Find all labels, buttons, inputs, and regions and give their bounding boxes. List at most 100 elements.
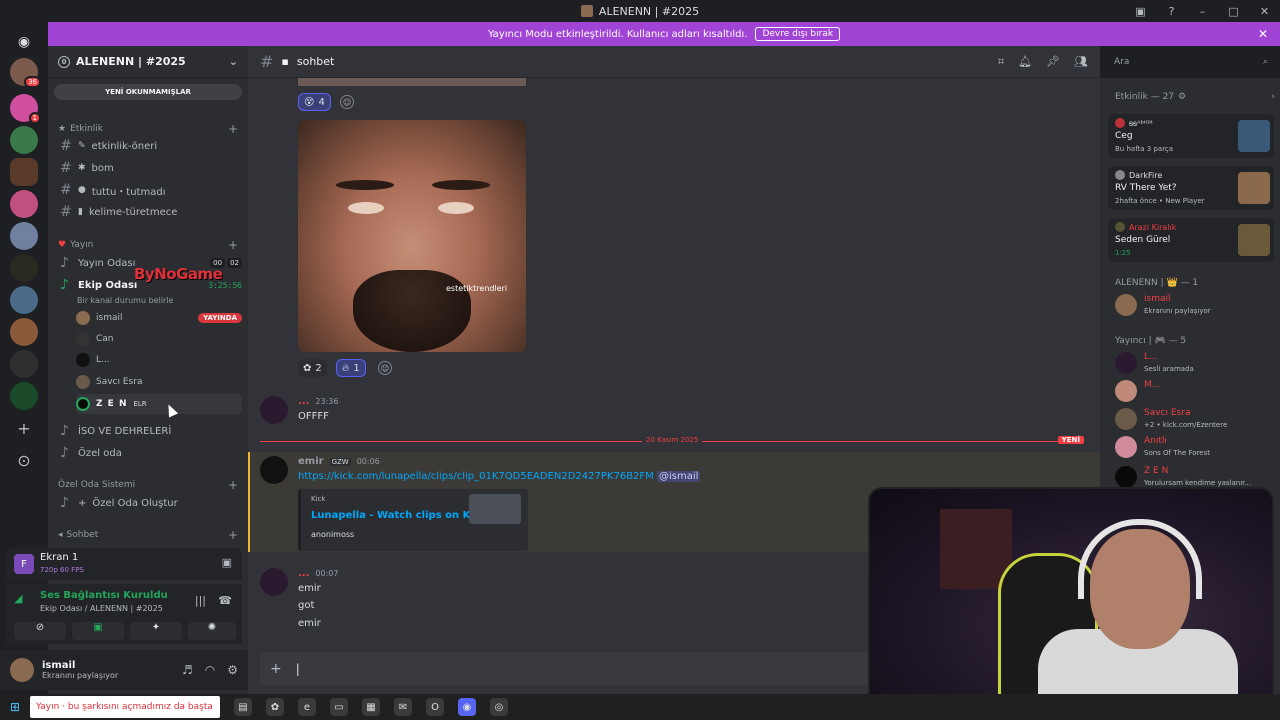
member-item[interactable]: M... <box>1115 378 1275 406</box>
guild-icon[interactable] <box>10 158 38 186</box>
avatar[interactable] <box>260 396 288 424</box>
add-server-icon[interactable]: + <box>10 414 38 442</box>
reaction[interactable]: 😵︎ 4 <box>298 93 331 111</box>
add-channel-icon[interactable]: + <box>228 528 238 542</box>
noise-suppression-icon[interactable]: ||| <box>195 594 206 607</box>
image-attachment[interactable] <box>298 78 526 86</box>
guild-icon[interactable] <box>10 190 38 218</box>
gear-icon[interactable]: ⚙ <box>1178 92 1186 102</box>
avatar[interactable] <box>260 568 288 596</box>
category-etkinlik[interactable]: ★ Etkinlik + <box>58 122 238 136</box>
add-channel-icon[interactable]: + <box>228 122 238 136</box>
channel-bom[interactable]: # ✱ bom <box>56 158 242 178</box>
guild-icon[interactable] <box>10 382 38 410</box>
member-list-icon[interactable]: 👥︎ <box>1074 55 1088 69</box>
voice-user[interactable]: Savcı Esra <box>76 372 242 392</box>
file-explorer-icon[interactable]: ▭ <box>330 698 348 716</box>
channel-tuttu[interactable]: # ● tuttu・tutmadı <box>56 180 242 200</box>
stop-stream-icon[interactable]: ▣ <box>222 556 232 569</box>
guild-icon[interactable] <box>10 126 38 154</box>
add-channel-icon[interactable]: + <box>228 478 238 492</box>
server-header[interactable]: 0 ALENENN | #2025 ⌄ <box>48 46 248 78</box>
category-ozel-oda-sistemi[interactable]: Özel Oda Sistemi + <box>58 478 238 492</box>
headphones-icon[interactable]: ◠ <box>205 663 215 677</box>
embed-title[interactable]: Lunapella - Watch clips on Kick <box>311 510 486 521</box>
activity-card[interactable]: Arazi Kiralık Seden Gürel 1:25 <box>1108 218 1274 262</box>
inbox-icon[interactable]: ▣ <box>1125 5 1156 18</box>
discord-taskbar-icon[interactable]: ◉ <box>458 698 476 716</box>
store-icon[interactable]: ▦ <box>362 698 380 716</box>
embed-thumbnail[interactable] <box>469 494 521 524</box>
add-channel-icon[interactable]: + <box>228 238 238 252</box>
discord-home-icon[interactable]: ◉ <box>10 28 38 56</box>
member-item[interactable]: Anıtlı Sons Of The Forest <box>1115 434 1275 462</box>
notification-bell-icon[interactable]: 🔔︎ <box>1018 55 1032 69</box>
disconnect-icon[interactable]: ☎ <box>218 594 232 607</box>
member-item[interactable]: L... Sesli aramada <box>1115 350 1275 378</box>
activities-button[interactable]: ✦ <box>130 622 182 640</box>
windows-start-icon[interactable]: ⊞ <box>0 700 30 714</box>
voice-user[interactable]: Can <box>76 329 242 349</box>
camera-button[interactable]: ⊘ <box>14 622 66 640</box>
voice-user[interactable]: L... <box>76 350 242 370</box>
clip-link[interactable]: https://kick.com/lunapella/clips/clip_01… <box>298 471 654 482</box>
add-reaction-icon[interactable]: ☺ <box>340 95 354 109</box>
soundboard-button[interactable]: ✺ <box>188 622 236 640</box>
member-item[interactable]: Savcı Esra +2 • kick.com/Ezentere <box>1115 406 1275 434</box>
guild-icon[interactable] <box>10 286 38 314</box>
mail-icon[interactable]: ✉ <box>394 698 412 716</box>
disable-streamer-mode-button[interactable]: Devre dışı bırak <box>755 27 841 41</box>
hash-icon: # <box>60 182 72 198</box>
close-window-button[interactable]: ✕ <box>1249 5 1280 18</box>
category-sohbet[interactable]: ◂ Sohbet + <box>58 528 238 542</box>
help-icon[interactable]: ? <box>1156 5 1187 18</box>
voice-user[interactable]: Z E N ELR <box>76 394 242 414</box>
avatar[interactable] <box>10 658 34 682</box>
channel-status[interactable]: Bir kanal durumu belirle <box>77 290 243 310</box>
category-yayin[interactable]: ♥ Yayın + <box>58 238 238 252</box>
microphone-icon[interactable]: ♬ <box>182 663 193 677</box>
voice-channel-ozel-oda-olustur[interactable]: ♪ + Özel Oda Oluştur <box>56 493 242 513</box>
guild-icon[interactable]: 36 <box>10 58 41 88</box>
voice-channel-ozel-oda[interactable]: ♪ Özel oda <box>56 443 242 463</box>
guild-icon[interactable] <box>10 222 38 250</box>
reaction[interactable]: 🔥︎ 1 <box>336 359 366 377</box>
voice-user[interactable]: ismail YAYINDA <box>76 308 242 328</box>
chevron-right-icon[interactable]: › <box>1271 92 1275 102</box>
reaction[interactable]: ✿ 2 <box>298 359 327 377</box>
guild-icon[interactable] <box>10 350 38 378</box>
channel-etkinlik-oneri[interactable]: # ✎ etkinlik-öneri <box>56 136 242 156</box>
streamer-mode-banner: Yayıncı Modu etkinleştirildi. Kullanıcı … <box>48 22 1280 46</box>
close-banner-icon[interactable]: ✕ <box>1258 27 1268 41</box>
pin-icon[interactable]: 📌︎ <box>1046 55 1060 69</box>
edge-icon[interactable]: e <box>298 698 316 716</box>
member-item[interactable]: ismail Ekranını paylaşıyor <box>1115 292 1275 320</box>
taskbar-search[interactable]: Yayın · bu şarkısını açmadımız da başta <box>30 696 220 718</box>
attach-plus-icon[interactable]: + <box>270 661 282 677</box>
unread-pill[interactable]: YENİ OKUNMAMIŞLAR <box>54 84 242 100</box>
user-mention[interactable]: @ismail <box>656 471 701 482</box>
voice-channel-iso[interactable]: ♪ İSO VE DEHRELERİ <box>56 421 242 441</box>
opera-icon[interactable]: O <box>426 698 444 716</box>
explore-icon[interactable]: ⊙ <box>10 446 38 474</box>
task-view-icon[interactable]: ▤ <box>234 698 252 716</box>
guild-icon[interactable]: 1 <box>10 94 41 124</box>
image-attachment[interactable]: estetiktrendleri <box>298 120 526 352</box>
screen-share-button[interactable]: ▣ <box>72 622 124 640</box>
settings-gear-icon[interactable]: ⚙ <box>227 663 238 677</box>
activity-card[interactable]: DarkFire RV There Yet? 2hafta önce • New… <box>1108 166 1274 210</box>
photo-detail <box>353 270 471 352</box>
search-input[interactable]: Ara ⌕ <box>1108 52 1274 72</box>
minimize-button[interactable]: – <box>1187 5 1218 18</box>
message-input[interactable]: + | <box>260 652 872 686</box>
copilot-icon[interactable]: ✿ <box>266 698 284 716</box>
add-reaction-icon[interactable]: ☺ <box>378 361 392 375</box>
obs-icon[interactable]: ◎ <box>490 698 508 716</box>
threads-icon[interactable]: ⌗ <box>998 55 1004 69</box>
activity-card[interactable]: ᵴᵴᴬᵇᴵᴳᴵᵗ Ceg Bu hafta 3 parça <box>1108 114 1274 158</box>
maximize-button[interactable]: □ <box>1218 5 1249 18</box>
guild-icon[interactable] <box>10 254 38 282</box>
channel-kelime[interactable]: # ▮ kelime-türetmece <box>56 202 242 222</box>
avatar[interactable] <box>260 456 288 484</box>
guild-icon[interactable] <box>10 318 38 346</box>
